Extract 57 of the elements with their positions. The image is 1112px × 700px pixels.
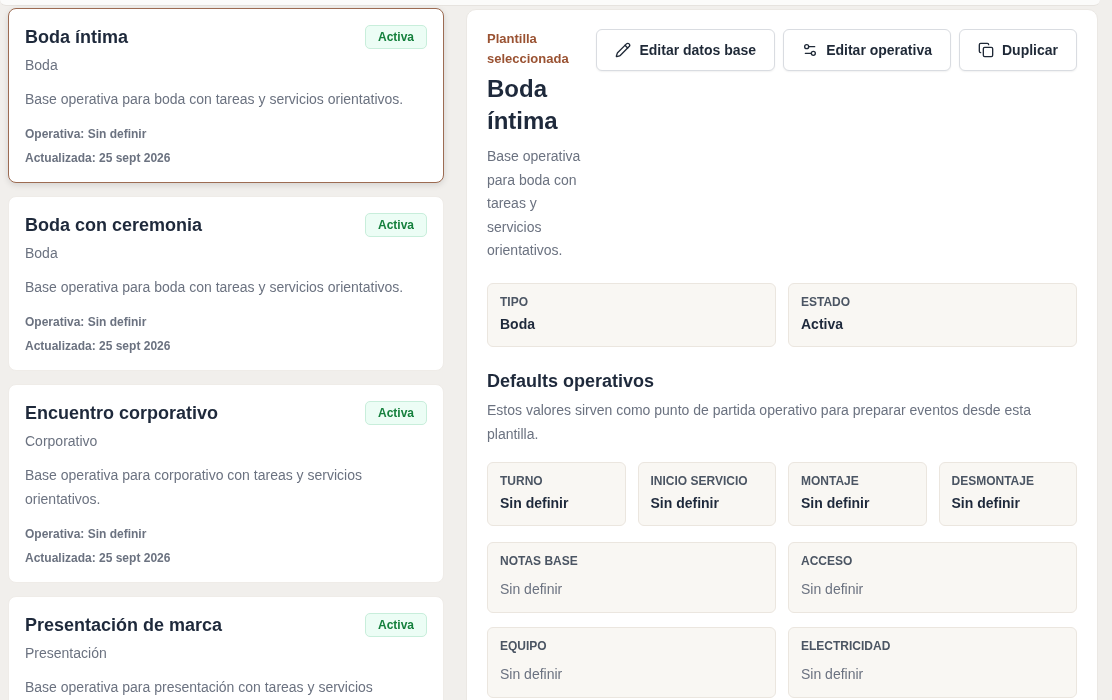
template-card[interactable]: Boda con ceremonia Activa Boda Base operativa para boda con tareas y servicios orientativos. Operativa: Sin definir Actualizada: 25 sept 2026 (8, 196, 444, 371)
template-card[interactable]: Boda íntima Activa Boda Base operativa para boda con tareas y servicios orientativos. Operativa: Sin definir Actualizada: 25 sept 2026 (8, 8, 444, 183)
status-badge: Activa (364, 25, 427, 49)
field-label: MONTAJE (801, 472, 860, 489)
template-title: Presentación de marca (25, 614, 223, 637)
status-badge: Activa (364, 401, 427, 425)
copy-icon (978, 42, 994, 58)
updated-date: Actualizada: 25 sept 2026 (25, 550, 172, 567)
field-value: Sin definir (500, 579, 564, 599)
template-type: Presentación (25, 644, 108, 663)
status-badge: Activa (364, 613, 427, 637)
field-label: ELECTRICIDAD (801, 637, 892, 654)
section-heading: Defaults operativos (487, 369, 656, 393)
template-title: Encuentro corporativo (25, 402, 219, 425)
field-value: Sin definir (801, 664, 865, 684)
template-card[interactable]: Encuentro corporativo Activa Corporativo Base operativa para corporativo con tareas y servicios orientativos. Operativa: Sin definir Actualizada: 25 sept 2026 (8, 384, 444, 583)
section-eyebrow: Plantilla seleccionada (487, 30, 570, 68)
updated-date: Actualizada: 25 sept 2026 (25, 150, 172, 167)
template-description: Base operativa para boda con tareas y servicios orientativos. (25, 278, 405, 297)
template-title: Boda íntima (25, 26, 128, 49)
field-label: EQUIPO (500, 637, 548, 654)
operational-status: Operativa: Sin definir (25, 314, 148, 331)
operational-status: Operativa: Sin definir (25, 526, 148, 543)
template-type: Boda (25, 56, 59, 75)
template-title: Boda con ceremonia (25, 214, 203, 237)
field-label: ACCESO (801, 552, 854, 569)
field-label: TIPO (500, 293, 529, 310)
template-description: Base operativa para presentación con tareas y servicios (25, 678, 374, 697)
template-card[interactable]: Presentación de marca Activa Presentación Base operativa para presentación con tareas y servicios (8, 596, 444, 700)
field-value: Sin definir (951, 493, 1021, 513)
field-value: Sin definir (801, 579, 865, 599)
action-button[interactable]: Editar datos base (596, 29, 776, 71)
detail-title: Boda íntima (487, 74, 559, 136)
template-type: Corporativo (25, 432, 99, 451)
field-label: ESTADO (801, 293, 852, 310)
action-button[interactable]: Editar operativa (783, 29, 951, 71)
field-label: INICIO SERVICIO (650, 472, 749, 489)
field-value: Sin definir (650, 493, 720, 513)
pencil-icon (615, 42, 632, 58)
section-description: Estos valores sirven como punto de partida operativo para preparar eventos desde esta plantilla. (487, 400, 1032, 444)
detail-description: Base operativa para boda con tareas y servicios orientativos. (487, 147, 582, 260)
field-label: DESMONTAJE (951, 472, 1035, 489)
action-button[interactable]: Duplicar (959, 29, 1077, 71)
field-value: Boda (500, 314, 536, 334)
status-badge: Activa (364, 213, 427, 237)
field-label: TURNO (500, 472, 544, 489)
field-value: Sin definir (500, 664, 564, 684)
sliders-icon (802, 42, 819, 58)
template-description: Base operativa para boda con tareas y servicios orientativos. (25, 90, 405, 109)
field-label: NOTAS BASE (500, 552, 579, 569)
updated-date: Actualizada: 25 sept 2026 (25, 338, 172, 355)
template-type: Boda (25, 244, 59, 263)
template-description: Base operativa para corporativo con tareas y servicios orientativos. (25, 466, 363, 509)
field-value: Sin definir (500, 493, 570, 513)
field-value: Activa (801, 314, 845, 334)
operational-status: Operativa: Sin definir (25, 126, 148, 143)
field-value: Sin definir (801, 493, 871, 513)
